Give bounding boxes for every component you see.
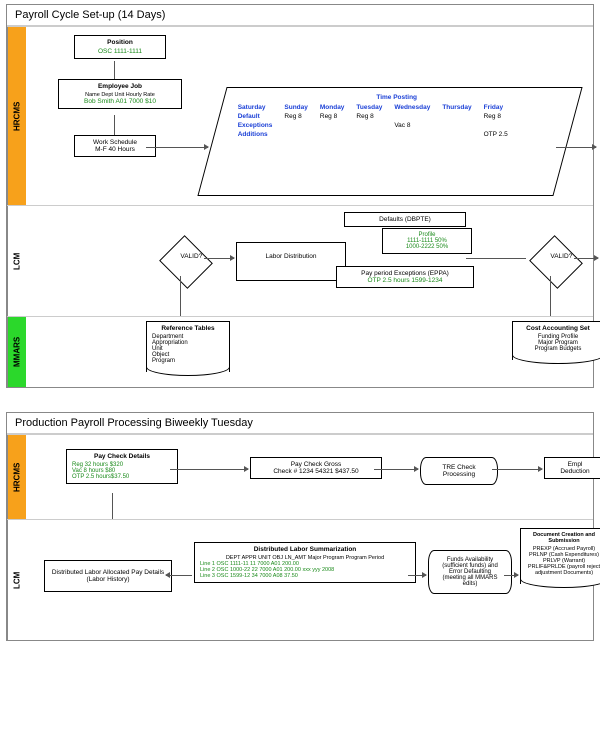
paycheck-value: Reg 32 hours $320 Vac 8 hours $80 OTP 2.… — [72, 462, 172, 480]
box-labor-distribution: Labor Distribution — [236, 242, 346, 281]
eppa-value: OTP 2.5 hours 1599-1234 — [342, 277, 468, 284]
paycheck-label: Pay Check Details — [72, 453, 172, 460]
day-sunday: Sunday — [278, 103, 313, 112]
connector — [466, 258, 526, 259]
day-saturday: Saturday — [232, 103, 279, 112]
docs-value: PREXP (Accrued Payroll) PRLNP (Cash Expe… — [526, 546, 600, 576]
empjob-value: Bob Smith A01 7000 $10 — [64, 98, 176, 105]
summ-label: Distributed Labor Summarization — [200, 546, 410, 553]
gross-label: Pay Check Gross — [256, 461, 376, 468]
lane2-hrcms: HRCMS Pay Check Details Reg 32 hours $32… — [7, 434, 593, 519]
panel-title: Payroll Cycle Set-up (14 Days) — [7, 5, 593, 26]
docs-label: Document Creation and Submission — [526, 532, 600, 544]
connector — [504, 575, 518, 576]
row-additions-label: Additions — [232, 130, 279, 139]
lane-hrcms: HRCMS Position OSC 1111-1111 Employee Jo… — [7, 26, 593, 205]
box-defaults-dbpte: Defaults (DBPTE) — [344, 212, 466, 227]
panel-title-2: Production Payroll Processing Biweekly T… — [7, 413, 593, 434]
doc-cost-accounting: Cost Accounting Set Funding Profile Majo… — [512, 321, 600, 360]
day-wednesday: Wednesday — [388, 103, 436, 112]
eppa-label: Pay period Exceptions (EPPA) — [342, 270, 468, 277]
reftables-label: Reference Tables — [152, 325, 224, 332]
costacct-value: Funding Profile Major Program Program Bu… — [518, 334, 598, 352]
doc-reference-tables: Reference Tables Department Appropriatio… — [146, 321, 230, 372]
connector — [204, 258, 234, 259]
day-tuesday: Tuesday — [350, 103, 388, 112]
panel-production-payroll: Production Payroll Processing Biweekly T… — [6, 412, 594, 641]
connector — [574, 258, 598, 259]
reftables-value: Department Appropriation Unit Object Pro… — [152, 334, 224, 364]
row-default-label: Default — [232, 112, 279, 121]
connector — [114, 61, 115, 79]
lane-label-lcm-2: LCM — [7, 520, 26, 640]
box-work-schedule: Work Schedule M-F 40 Hours — [74, 135, 156, 157]
box-labor-summarization: Distributed Labor Summarization DEPT APP… — [194, 542, 416, 583]
day-friday: Friday — [478, 103, 514, 112]
timeposting-table: Saturday Sunday Monday Tuesday Wednesday… — [232, 103, 514, 139]
box-allocated-pay: Distributed Labor Allocated Pay Details … — [44, 560, 172, 592]
lane-mmars: MMARS Reference Tables Department Approp… — [7, 316, 593, 387]
connector — [374, 469, 418, 470]
connector — [492, 469, 542, 470]
decision-valid-1: VALID? — [159, 235, 213, 289]
lane-label-hrcms: HRCMS — [7, 27, 26, 205]
box-position: Position OSC 1111-1111 — [74, 35, 166, 59]
connector — [180, 276, 181, 316]
profile-value: Profile 1111-1111 50% 1000-2222 50% — [388, 232, 466, 250]
connector — [170, 469, 248, 470]
box-empl-deduction: Empl Deduction — [544, 457, 600, 479]
costacct-label: Cost Accounting Set — [518, 325, 598, 332]
work-value: M-F 40 Hours — [80, 146, 150, 153]
row-exceptions-label: Exceptions — [232, 121, 279, 130]
lane2-lcm: LCM Distributed Labor Allocated Pay Deta… — [7, 519, 593, 640]
box-employee-job: Employee Job Name Dept Unit Hourly Rate … — [58, 79, 182, 109]
decision-valid-2: VALID? — [529, 235, 583, 289]
lane-label-hrcms-2: HRCMS — [7, 435, 26, 519]
connector — [550, 276, 551, 316]
box-profile: Profile 1111-1111 50% 1000-2222 50% — [382, 228, 472, 254]
empjob-label: Employee Job — [64, 83, 176, 90]
connector — [408, 575, 426, 576]
position-value: OSC 1111-1111 — [80, 48, 160, 55]
day-thursday: Thursday — [436, 103, 477, 112]
defaults-label: Defaults (DBPTE) — [350, 216, 460, 223]
lane-label-mmars: MMARS — [7, 317, 26, 387]
gross-value: Check # 1234 54321 $437.50 — [256, 468, 376, 475]
box-pay-check-gross: Pay Check Gross Check # 1234 54321 $437.… — [250, 457, 382, 479]
lane-label-lcm: LCM — [7, 206, 26, 316]
box-time-posting: Time Posting Saturday Sunday Monday Tues… — [197, 87, 582, 196]
work-label: Work Schedule — [80, 139, 150, 146]
connector — [556, 147, 596, 148]
doc-document-creation: Document Creation and Submission PREXP (… — [520, 528, 600, 584]
panel-cycle-setup: Payroll Cycle Set-up (14 Days) HRCMS Pos… — [6, 4, 594, 388]
connector — [112, 493, 113, 519]
box-pay-check-details: Pay Check Details Reg 32 hours $320 Vac … — [66, 449, 178, 484]
connector — [146, 147, 208, 148]
summ-row-3: Line 3 OSC 1599-12 34 7000 A08 37.50 — [200, 573, 410, 579]
position-label: Position — [80, 39, 160, 46]
timeposting-title: Time Posting — [232, 94, 562, 101]
cyl-funds-availability: Funds Availability (sufficient funds) an… — [428, 550, 512, 594]
box-eppa: Pay period Exceptions (EPPA) OTP 2.5 hou… — [336, 266, 474, 288]
cyl-tre-check: TRE Check Processing — [420, 457, 498, 485]
lane-lcm: LCM VALID? Labor Distribution Defaults (… — [7, 205, 593, 316]
day-monday: Monday — [314, 103, 351, 112]
connector — [114, 115, 115, 135]
connector — [166, 575, 192, 576]
